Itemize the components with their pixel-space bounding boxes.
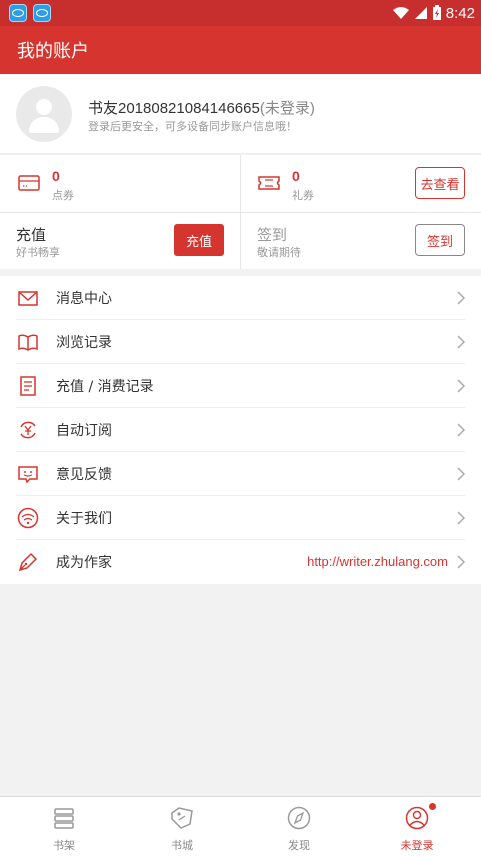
divider — [0, 212, 481, 213]
chevron-right-icon — [457, 379, 465, 393]
menu-item-label: 自动订阅 — [56, 423, 112, 439]
chevron-right-icon — [457, 335, 465, 349]
menu-item-label: 浏览记录 — [56, 335, 112, 351]
app-notification-icon — [9, 4, 27, 22]
login-state: (未登录) — [259, 100, 315, 117]
profile-card[interactable]: 书友20180821084146665(未登录) 登录后更安全，可多设备同步账户… — [0, 74, 481, 154]
ticket-icon — [258, 176, 280, 190]
avatar-head — [36, 99, 52, 115]
notification-dot — [429, 803, 436, 810]
recharge-button[interactable]: 充值 — [174, 224, 224, 256]
menu-item-label: 关于我们 — [56, 511, 112, 527]
status-bar: 8:42 — [0, 0, 481, 26]
clock: 8:42 — [445, 4, 475, 22]
menu-item-label: 充值 / 消费记录 — [56, 379, 154, 395]
open-book-icon — [18, 334, 38, 351]
bottom-tab-bar: 书架 书城 发现 未登录 — [0, 796, 481, 856]
chevron-right-icon — [457, 467, 465, 481]
pen-icon — [18, 552, 38, 572]
auto-renew-yen-icon — [20, 421, 36, 439]
tab-account[interactable]: 未登录 — [357, 797, 477, 856]
menu-item-become-author[interactable]: 成为作家 http://writer.zhulang.com — [0, 540, 481, 584]
coupon-icon — [18, 175, 40, 191]
view-coupons-button[interactable]: 去查看 — [415, 167, 465, 199]
tab-label: 未登录 — [400, 839, 434, 852]
recharge-subtitle: 好书畅享 — [16, 246, 60, 259]
user-icon — [405, 806, 429, 830]
username: 书友20180821084146665(未登录) — [88, 97, 315, 118]
menu-item-messages[interactable]: 消息中心 — [0, 276, 481, 320]
menu-item-about[interactable]: 关于我们 — [0, 496, 481, 540]
menu-item-history[interactable]: 浏览记录 — [0, 320, 481, 364]
menu-item-feedback[interactable]: 意见反馈 — [0, 452, 481, 496]
tab-label: 书架 — [53, 839, 75, 852]
menu-item-recharge-records[interactable]: 充值 / 消费记录 — [0, 364, 481, 408]
gift-label: 礼券 — [292, 189, 314, 202]
menu-item-label: 消息中心 — [56, 291, 112, 307]
tab-bookshelf[interactable]: 书架 — [4, 797, 124, 856]
page-title: 我的账户 — [17, 41, 89, 62]
feedback-smile-icon — [18, 466, 38, 484]
compass-icon — [287, 806, 311, 830]
points-value: 0 — [52, 168, 60, 184]
signal-icon — [414, 7, 427, 19]
tab-discover[interactable]: 发现 — [239, 797, 359, 856]
signin-title: 签到 — [257, 226, 288, 244]
signal-waves-icon — [17, 507, 39, 529]
chevron-right-icon — [457, 423, 465, 437]
writer-site-link[interactable]: http://writer.zhulang.com — [307, 554, 448, 569]
chevron-right-icon — [457, 291, 465, 305]
chevron-right-icon — [457, 511, 465, 525]
app-notification-icon — [33, 4, 51, 22]
account-menu: 消息中心 浏览记录 充值 / 消费记录 自动订阅 意见反馈 关于我们 成为作家 — [0, 276, 481, 584]
wallet-panel: 0 点券 0 礼券 去查看 充值 好书畅享 充值 签到 敬请期待 签到 — [0, 155, 481, 269]
signin-button[interactable]: 签到 — [415, 224, 465, 256]
tab-bookstore[interactable]: 书城 — [122, 797, 242, 856]
recharge-title: 充值 — [16, 226, 47, 244]
receipt-icon — [20, 376, 36, 396]
tag-icon — [171, 807, 193, 829]
points-label: 点券 — [52, 189, 74, 202]
username-text: 书友20180821084146665 — [88, 100, 260, 117]
menu-item-label: 意见反馈 — [56, 467, 112, 483]
menu-item-auto-subscribe[interactable]: 自动订阅 — [0, 408, 481, 452]
avatar[interactable] — [16, 86, 72, 142]
chevron-right-icon — [457, 555, 465, 569]
app-bar: 我的账户 — [0, 26, 481, 74]
menu-item-label: 成为作家 — [56, 555, 112, 571]
avatar-body — [29, 117, 59, 133]
login-tip: 登录后更安全，可多设备同步账户信息哦！ — [88, 120, 297, 133]
gift-value: 0 — [292, 168, 300, 184]
mail-icon — [18, 291, 38, 306]
battery-icon — [432, 5, 441, 20]
wifi-icon — [392, 7, 409, 19]
bookshelf-icon — [54, 808, 74, 829]
tab-label: 书城 — [171, 839, 193, 852]
signin-subtitle: 敬请期待 — [257, 246, 301, 259]
tab-label: 发现 — [288, 839, 310, 852]
